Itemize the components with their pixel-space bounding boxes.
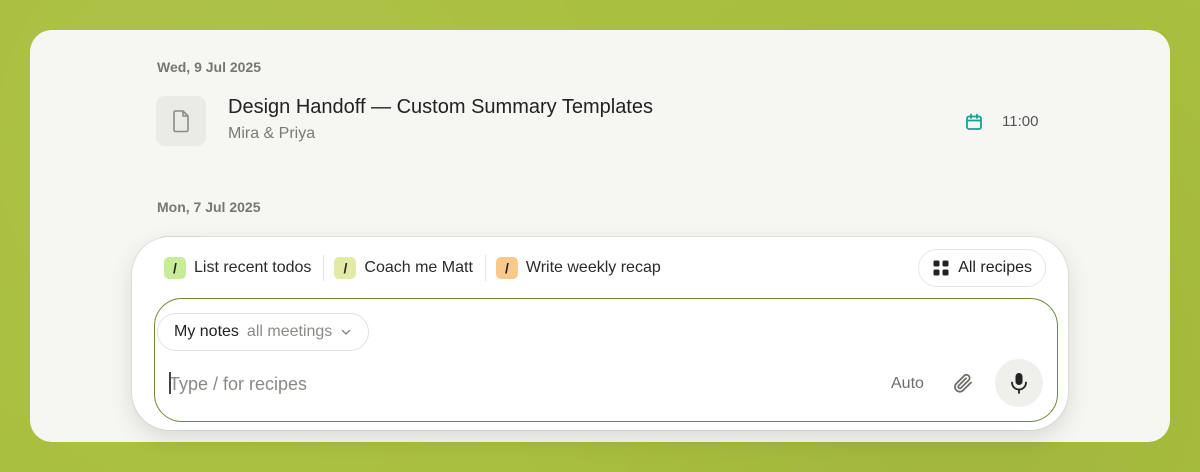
context-scope: all meetings xyxy=(246,323,333,340)
recipe-label: Coach me Matt xyxy=(364,259,473,276)
meeting-attendees: Mira & Priya xyxy=(228,125,316,142)
context-main: My notes xyxy=(174,323,239,340)
document-icon xyxy=(156,96,206,146)
text-caret xyxy=(169,372,171,394)
recipe-label: List recent todos xyxy=(194,259,312,276)
prompt-input[interactable] xyxy=(169,369,849,399)
microphone-button[interactable] xyxy=(995,359,1043,407)
prompt-box: My notes all meetings Auto xyxy=(154,298,1058,422)
context-selector[interactable]: My notes all meetings xyxy=(157,313,370,351)
recipe-write-weekly-recap[interactable]: / Write weekly recap xyxy=(486,251,673,285)
date-heading: Mon, 7 Jul 2025 xyxy=(157,199,261,215)
model-selector[interactable]: Auto xyxy=(891,375,924,393)
recipe-list-recent-todos[interactable]: / List recent todos xyxy=(154,251,323,285)
calendar-icon xyxy=(966,113,982,130)
date-heading: Wed, 9 Jul 2025 xyxy=(157,59,262,75)
meeting-title: Design Handoff — Custom Summary Template… xyxy=(228,96,653,118)
all-recipes-label: All recipes xyxy=(958,259,1032,276)
slash-icon: / xyxy=(495,257,518,279)
all-recipes-button[interactable]: All recipes xyxy=(918,249,1046,287)
slash-icon: / xyxy=(164,257,186,279)
meeting-item[interactable]: Design Handoff — Custom Summary Template… xyxy=(156,96,1040,148)
microphone-icon xyxy=(1011,373,1027,394)
recipes-bar: / List recent todos / Coach me Matt / Wr… xyxy=(154,249,1046,287)
slash-icon: / xyxy=(334,257,357,279)
grid-icon xyxy=(933,260,949,276)
chat-composer: / List recent todos / Coach me Matt / Wr… xyxy=(132,237,1068,430)
paperclip-icon[interactable] xyxy=(951,371,975,395)
chevron-down-icon xyxy=(342,329,351,335)
meeting-time: 11:00 xyxy=(1002,113,1039,130)
recipe-coach-me-matt[interactable]: / Coach me Matt xyxy=(324,251,484,285)
recipe-label: Write weekly recap xyxy=(525,259,661,276)
